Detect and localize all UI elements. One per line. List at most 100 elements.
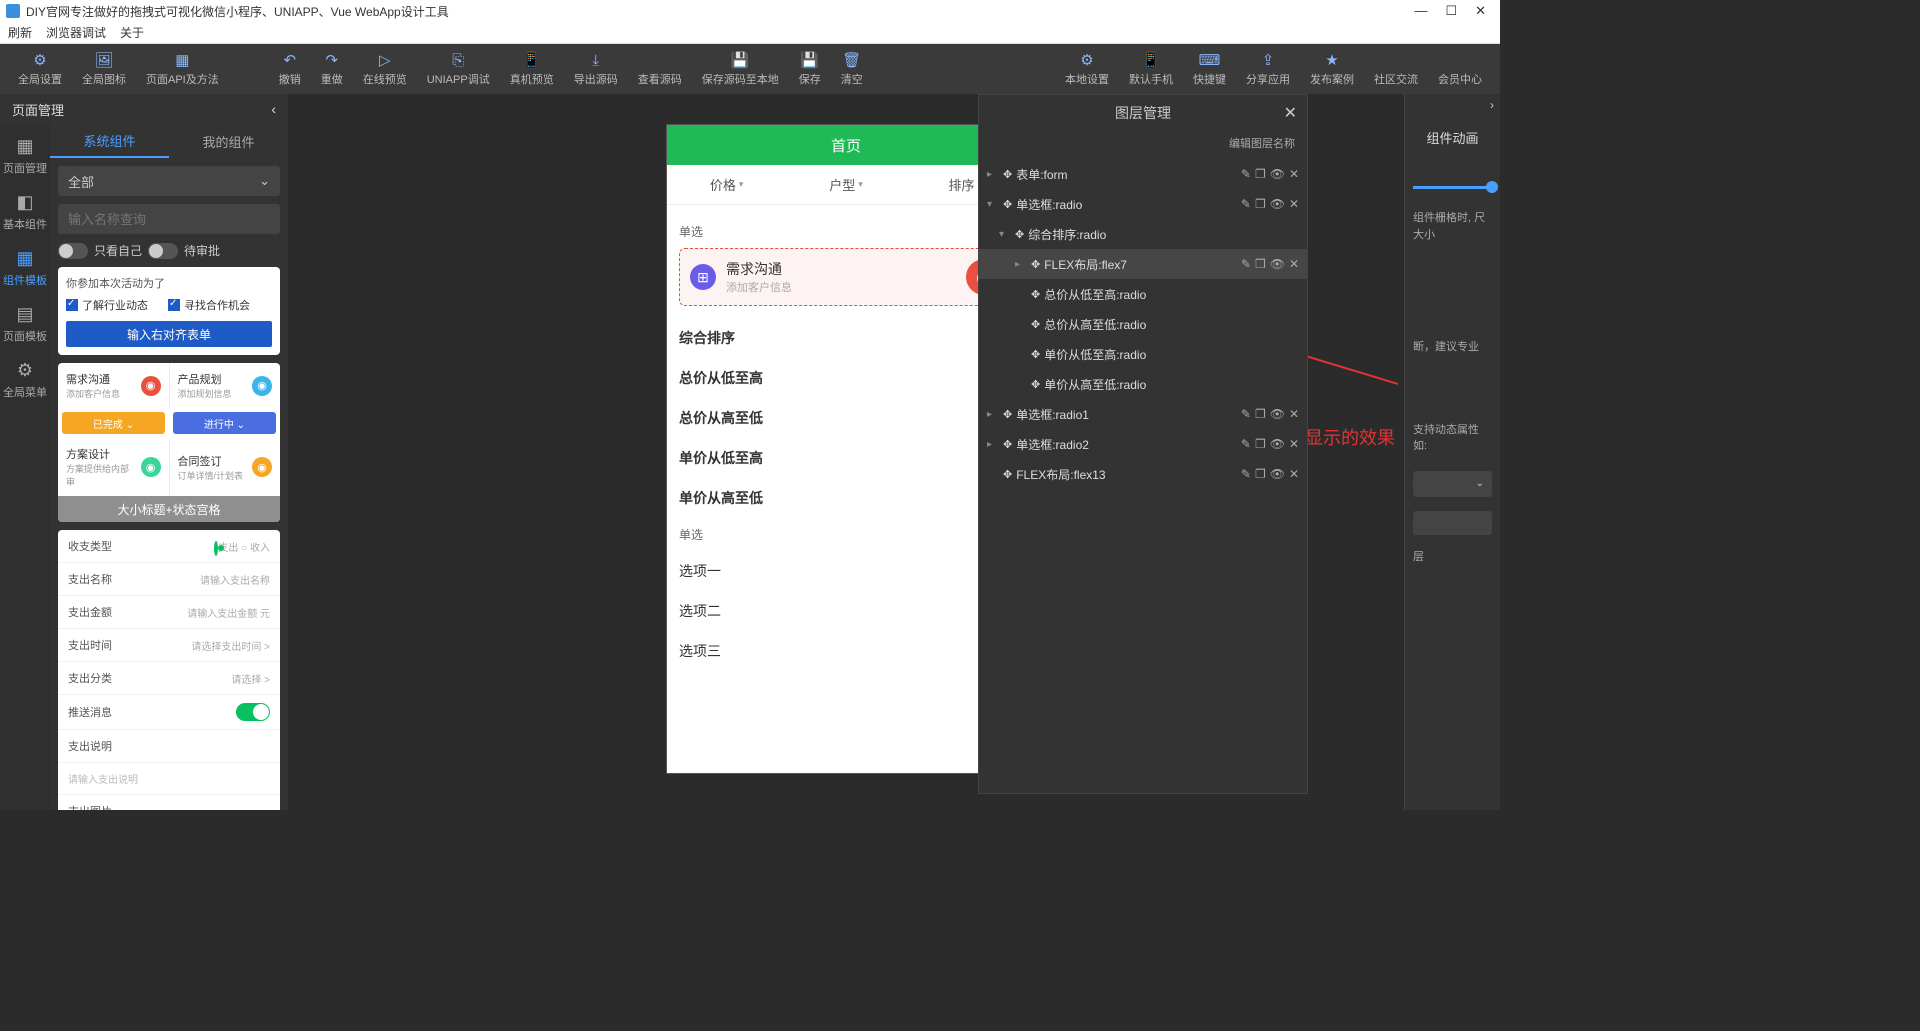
sort-option[interactable]: 单价从高至低: [679, 478, 1013, 518]
edit-icon[interactable]: ✎: [1241, 467, 1251, 481]
category-select[interactable]: 全部⌄: [58, 166, 280, 196]
move-icon[interactable]: ✥: [1003, 168, 1012, 181]
slider[interactable]: [1405, 172, 1500, 202]
toolbar-UNIAPP调试[interactable]: ⎘UNIAPP调试: [417, 51, 500, 87]
layer-row[interactable]: ✥FLEX布局:flex13✎❐👁✕: [979, 459, 1307, 489]
toolbar-保存[interactable]: 💾保存: [789, 51, 831, 87]
toolbar-会员中心[interactable]: 会员中心: [1428, 51, 1492, 87]
layer-row[interactable]: ✥单价从高至低:radio: [979, 369, 1307, 399]
tab-animation[interactable]: 组件动画: [1405, 122, 1500, 152]
menu-refresh[interactable]: 刷新: [8, 24, 32, 41]
nav-全局菜单[interactable]: ⚙全局菜单: [0, 352, 50, 408]
sort-option[interactable]: 总价从低至高: [679, 358, 1013, 398]
input-field[interactable]: [1413, 511, 1492, 535]
nav-页面管理[interactable]: ▦页面管理: [0, 128, 50, 184]
tab-system-components[interactable]: 系统组件: [50, 124, 169, 158]
toolbar-发布案例[interactable]: ★发布案例: [1300, 51, 1364, 87]
filter-tab[interactable]: 价格 ▾: [667, 165, 786, 204]
radio-icon[interactable]: [214, 541, 218, 556]
delete-icon[interactable]: ✕: [1289, 467, 1299, 481]
move-icon[interactable]: ✥: [1031, 348, 1040, 361]
toolbar-撤销[interactable]: ↶撤销: [269, 51, 311, 87]
collapse-icon[interactable]: ‹: [271, 101, 276, 117]
toolbar-全局图标[interactable]: 🖼全局图标: [72, 51, 136, 87]
toolbar-保存源码至本地[interactable]: 💾保存源码至本地: [692, 51, 789, 87]
move-icon[interactable]: ✥: [1031, 288, 1040, 301]
eye-icon[interactable]: 👁: [1270, 467, 1285, 481]
copy-icon[interactable]: ❐: [1255, 257, 1266, 271]
sort-option[interactable]: 总价从高至低: [679, 398, 1013, 438]
sort-option[interactable]: 综合排序✓: [679, 318, 1013, 358]
minimize-button[interactable]: —: [1414, 3, 1427, 19]
expand-icon[interactable]: ▸: [987, 439, 999, 450]
search-input[interactable]: [58, 204, 280, 234]
template-card-3[interactable]: 收支类型 支出 ○ 收入支出名称请输入支出名称支出金额请输入支出金额 元支出时间…: [58, 530, 280, 810]
layer-row[interactable]: ▸✥单选框:radio1✎❐👁✕: [979, 399, 1307, 429]
canvas[interactable]: 首页 价格 ▾户型 ▾排序 ▾ 单选 ⊞ 需求沟通 添加客户信息 ◉ 综合排序✓…: [288, 94, 1404, 810]
template-card-2[interactable]: 需求沟通添加客户信息◉产品规划添加规划信息◉已完成 ⌄进行中 ⌄方案设计方案提供…: [58, 363, 280, 522]
layer-row[interactable]: ▸✥表单:form✎❐👁✕: [979, 159, 1307, 189]
radio-option[interactable]: 选项二: [679, 591, 1013, 631]
layer-row[interactable]: ✥总价从低至高:radio: [979, 279, 1307, 309]
move-icon[interactable]: ✥: [1003, 198, 1012, 211]
copy-icon[interactable]: ❐: [1255, 167, 1266, 181]
close-icon[interactable]: ✕: [1284, 103, 1297, 123]
move-icon[interactable]: ✥: [1031, 258, 1040, 271]
expand-icon[interactable]: ▸: [987, 409, 999, 420]
layer-row[interactable]: ▸✥单选框:radio2✎❐👁✕: [979, 429, 1307, 459]
layer-row[interactable]: ✥总价从高至低:radio: [979, 309, 1307, 339]
expand-icon[interactable]: ▸: [987, 169, 999, 180]
toggle-own[interactable]: [58, 243, 88, 259]
edit-icon[interactable]: ✎: [1241, 167, 1251, 181]
toolbar-页面API及方法[interactable]: ▦页面API及方法: [136, 51, 229, 87]
filter-tab[interactable]: 户型 ▾: [786, 165, 905, 204]
eye-icon[interactable]: 👁: [1270, 437, 1285, 451]
move-icon[interactable]: ✥: [1003, 408, 1012, 421]
toolbar-清空[interactable]: 🗑清空: [831, 51, 873, 87]
layer-row[interactable]: ▾✥单选框:radio✎❐👁✕: [979, 189, 1307, 219]
eye-icon[interactable]: 👁: [1270, 257, 1285, 271]
toolbar-默认手机[interactable]: 📱默认手机: [1119, 51, 1183, 87]
layer-row[interactable]: ▾✥综合排序:radio: [979, 219, 1307, 249]
toolbar-真机预览[interactable]: 📱真机预览: [500, 51, 564, 87]
sort-option[interactable]: 单价从低至高: [679, 438, 1013, 478]
expand-icon[interactable]: ▾: [999, 229, 1011, 240]
radio-option[interactable]: 选项三: [679, 631, 1013, 671]
toolbar-本地设置[interactable]: ⚙本地设置: [1055, 51, 1119, 87]
menu-browser-debug[interactable]: 浏览器调试: [46, 24, 106, 41]
edit-icon[interactable]: ✎: [1241, 437, 1251, 451]
toolbar-快捷键[interactable]: ⌨快捷键: [1183, 51, 1236, 87]
delete-icon[interactable]: ✕: [1289, 437, 1299, 451]
edit-icon[interactable]: ✎: [1241, 257, 1251, 271]
eye-icon[interactable]: 👁: [1270, 407, 1285, 421]
toolbar-分享应用[interactable]: ⇪分享应用: [1236, 51, 1300, 87]
demand-card[interactable]: ⊞ 需求沟通 添加客户信息 ◉: [679, 248, 1013, 306]
nav-基本组件[interactable]: ◧基本组件: [0, 184, 50, 240]
layer-row[interactable]: ✥单价从低至高:radio: [979, 339, 1307, 369]
switch[interactable]: [236, 703, 270, 721]
move-icon[interactable]: ✥: [1003, 468, 1012, 481]
expand-icon[interactable]: ▸: [1015, 259, 1027, 270]
delete-icon[interactable]: ✕: [1289, 197, 1299, 211]
delete-icon[interactable]: ✕: [1289, 167, 1299, 181]
edit-icon[interactable]: ✎: [1241, 197, 1251, 211]
tab-my-components[interactable]: 我的组件: [169, 124, 288, 158]
menu-about[interactable]: 关于: [120, 24, 144, 41]
copy-icon[interactable]: ❐: [1255, 467, 1266, 481]
toolbar-导出源码[interactable]: ⤓导出源码: [564, 51, 628, 87]
delete-icon[interactable]: ✕: [1289, 257, 1299, 271]
maximize-button[interactable]: ☐: [1445, 3, 1457, 19]
radio-option[interactable]: 选项一: [679, 551, 1013, 591]
template-card-1[interactable]: 你参加本次活动为了 了解行业动态 寻找合作机会 输入右对齐表单: [58, 267, 280, 355]
copy-icon[interactable]: ❐: [1255, 407, 1266, 421]
toggle-pending[interactable]: [148, 243, 178, 259]
move-icon[interactable]: ✥: [1031, 378, 1040, 391]
nav-组件模板[interactable]: ▦组件模板: [0, 240, 50, 296]
move-icon[interactable]: ✥: [1015, 228, 1024, 241]
toolbar-查看源码[interactable]: 查看源码: [628, 51, 692, 87]
delete-icon[interactable]: ✕: [1289, 407, 1299, 421]
layer-row[interactable]: ▸✥FLEX布局:flex7✎❐👁✕: [979, 249, 1307, 279]
layer-subtitle[interactable]: 编辑图层名称: [979, 131, 1307, 155]
nav-页面模板[interactable]: ▤页面模板: [0, 296, 50, 352]
eye-icon[interactable]: 👁: [1270, 197, 1285, 211]
